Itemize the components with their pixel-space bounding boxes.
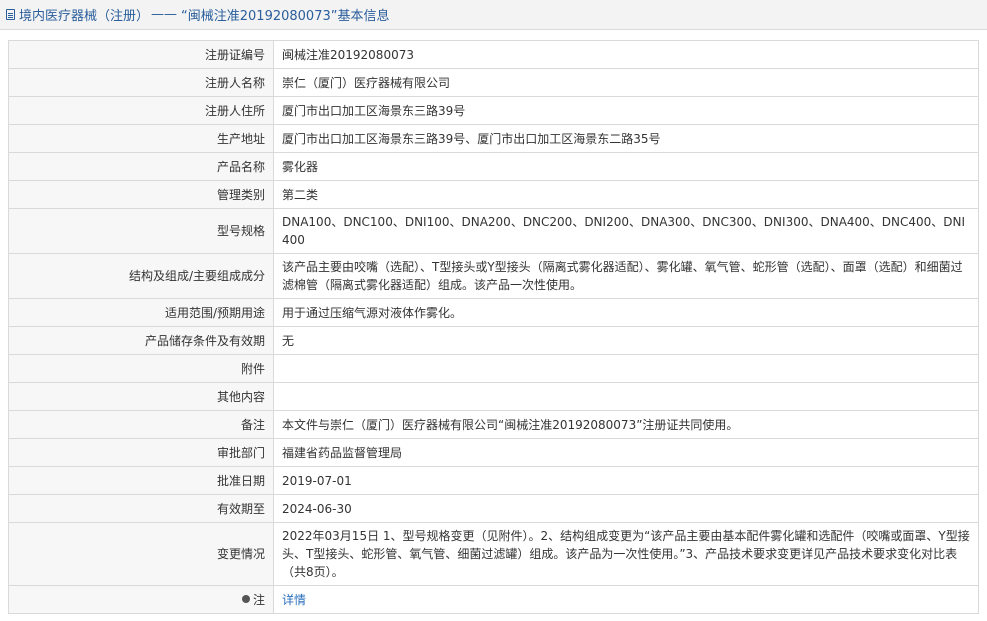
info-table: 注册证编号 闽械注准20192080073 注册人名称 崇仁（厦门）医疗器械有限… bbox=[8, 40, 979, 614]
table-row: 产品名称 雾化器 bbox=[8, 152, 979, 181]
note-label: 注 bbox=[252, 592, 265, 607]
note-value-cell: 详情 bbox=[273, 585, 979, 614]
title-separator: —— bbox=[151, 7, 178, 22]
row-value: 无 bbox=[273, 326, 979, 355]
row-label: 注册人名称 bbox=[8, 68, 274, 97]
table-row: 型号规格 DNA100、DNC100、DNI100、DNA200、DNC200、… bbox=[8, 208, 979, 254]
detail-link[interactable]: 详情 bbox=[282, 593, 306, 607]
row-value: 福建省药品监督管理局 bbox=[273, 438, 979, 467]
row-label: 注册证编号 bbox=[8, 40, 274, 69]
row-value: DNA100、DNC100、DNI100、DNA200、DNC200、DNI20… bbox=[273, 208, 979, 254]
row-value: 闽械注准20192080073 bbox=[273, 40, 979, 69]
row-label: 型号规格 bbox=[8, 208, 274, 254]
row-value: 崇仁（厦门）医疗器械有限公司 bbox=[273, 68, 979, 97]
note-row: 注 详情 bbox=[8, 585, 979, 614]
row-label: 备注 bbox=[8, 410, 274, 439]
row-label: 有效期至 bbox=[8, 494, 274, 523]
page-title-bar: 境内医疗器械（注册） —— “闽械注准20192080073”基本信息 bbox=[0, 0, 987, 30]
row-label: 生产地址 bbox=[8, 124, 274, 153]
table-row: 注册人住所 厦门市出口加工区海景东三路39号 bbox=[8, 96, 979, 125]
row-value: 2022年03月15日 1、型号规格变更（见附件）。2、结构组成变更为“该产品主… bbox=[273, 522, 979, 586]
title-main: “闽械注准20192080073”基本信息 bbox=[181, 9, 390, 24]
table-row: 变更情况 2022年03月15日 1、型号规格变更（见附件）。2、结构组成变更为… bbox=[8, 522, 979, 586]
info-table-wrapper: 注册证编号 闽械注准20192080073 注册人名称 崇仁（厦门）医疗器械有限… bbox=[8, 40, 979, 614]
row-label: 产品储存条件及有效期 bbox=[8, 326, 274, 355]
table-row: 备注 本文件与崇仁（厦门）医疗器械有限公司“闽械注准20192080073”注册… bbox=[8, 410, 979, 439]
row-value: 2019-07-01 bbox=[273, 466, 979, 495]
row-label: 产品名称 bbox=[8, 152, 274, 181]
table-row: 其他内容 bbox=[8, 382, 979, 411]
table-row: 生产地址 厦门市出口加工区海景东三路39号、厦门市出口加工区海景东二路35号 bbox=[8, 124, 979, 153]
table-row: 适用范围/预期用途 用于通过压缩气源对液体作雾化。 bbox=[8, 298, 979, 327]
table-row: 附件 bbox=[8, 354, 979, 383]
row-label: 结构及组成/主要组成成分 bbox=[8, 253, 274, 299]
row-label: 变更情况 bbox=[8, 522, 274, 586]
row-value: 厦门市出口加工区海景东三路39号 bbox=[273, 96, 979, 125]
row-value: 该产品主要由咬嘴（选配）、T型接头或Y型接头（隔离式雾化器适配）、雾化罐、氧气管… bbox=[273, 253, 979, 299]
row-value bbox=[273, 382, 979, 411]
table-row: 注册证编号 闽械注准20192080073 bbox=[8, 40, 979, 69]
row-value: 2024-06-30 bbox=[273, 494, 979, 523]
row-label: 注册人住所 bbox=[8, 96, 274, 125]
row-label: 附件 bbox=[8, 354, 274, 383]
row-value: 雾化器 bbox=[273, 152, 979, 181]
row-label: 管理类别 bbox=[8, 180, 274, 209]
table-row: 批准日期 2019-07-01 bbox=[8, 466, 979, 495]
row-value bbox=[273, 354, 979, 383]
table-row: 注册人名称 崇仁（厦门）医疗器械有限公司 bbox=[8, 68, 979, 97]
table-row: 有效期至 2024-06-30 bbox=[8, 494, 979, 523]
row-label: 批准日期 bbox=[8, 466, 274, 495]
note-label-cell: 注 bbox=[8, 585, 274, 614]
table-row: 结构及组成/主要组成成分 该产品主要由咬嘴（选配）、T型接头或Y型接头（隔离式雾… bbox=[8, 253, 979, 299]
row-value: 第二类 bbox=[273, 180, 979, 209]
row-value: 本文件与崇仁（厦门）医疗器械有限公司“闽械注准20192080073”注册证共同… bbox=[273, 410, 979, 439]
row-label: 其他内容 bbox=[8, 382, 274, 411]
table-row: 产品储存条件及有效期 无 bbox=[8, 326, 979, 355]
row-value: 用于通过压缩气源对液体作雾化。 bbox=[273, 298, 979, 327]
table-row: 审批部门 福建省药品监督管理局 bbox=[8, 438, 979, 467]
row-label: 审批部门 bbox=[8, 438, 274, 467]
pin-icon bbox=[241, 595, 250, 603]
title-category: 境内医疗器械（注册） bbox=[19, 9, 150, 24]
row-label: 适用范围/预期用途 bbox=[8, 298, 274, 327]
table-row: 管理类别 第二类 bbox=[8, 180, 979, 209]
row-value: 厦门市出口加工区海景东三路39号、厦门市出口加工区海景东二路35号 bbox=[273, 124, 979, 153]
document-icon bbox=[6, 9, 15, 20]
